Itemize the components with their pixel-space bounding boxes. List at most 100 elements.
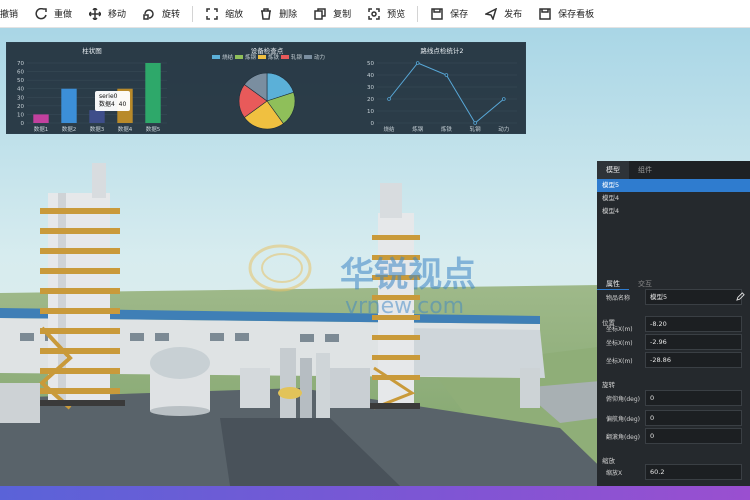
toolbar: 撤销 重做 移动 旋转 缩放 删除 复制 预览 保存 发布 保存看板 <box>0 0 750 28</box>
watermark-cn: 华锐视点 <box>340 255 476 295</box>
model-item[interactable]: 模型5 <box>597 179 750 192</box>
pos-z-row: 坐标X(m) -28.86 <box>597 352 750 368</box>
properties-panel: 模型 组件 模型5 模型4 模型4 属性 交互 物品名称 模型5 位置 坐标X(… <box>597 161 750 486</box>
chart-strip: 柱状图 0 10 20 30 40 50 60 70 数据1 数据2 数据3 数据4 数据5 serie… <box>6 42 526 134</box>
bar <box>33 114 49 123</box>
pos-z-field[interactable]: -28.86 <box>645 352 742 368</box>
copy-button[interactable]: 复制 <box>305 0 359 28</box>
yaw-field[interactable]: 0 <box>645 410 742 426</box>
tab-model[interactable]: 模型 <box>597 161 629 179</box>
y-tick-label: 50 <box>367 61 374 67</box>
x-tick-label: 炼铁 <box>441 125 453 133</box>
toolbar-separator <box>192 5 194 22</box>
toolbar-label: 移动 <box>108 10 127 20</box>
name-field[interactable]: 模型5 <box>645 289 742 305</box>
redo-icon <box>34 7 48 21</box>
pitch-label: 俯仰角(deg) <box>606 396 640 403</box>
x-tick-label: 数据2 <box>62 125 77 133</box>
x-tick-label: 数据3 <box>90 125 105 133</box>
trash-button[interactable]: 删除 <box>251 0 305 28</box>
toolbar-label: 缩放 <box>225 10 244 20</box>
data-point <box>387 97 391 101</box>
toolbar-label: 保存 <box>450 10 469 20</box>
y-tick-label: 20 <box>17 104 24 110</box>
x-tick-label: 数据1 <box>34 125 49 133</box>
series-line <box>388 62 505 124</box>
pie-chart-panel: 设备检查点 烧结 炼钢 炼铁 轧钢 动力 <box>182 43 352 135</box>
data-point <box>502 97 506 101</box>
pitch-row: 俯仰角(deg) 0 <box>597 390 750 406</box>
roll-label: 翻滚角(deg) <box>606 434 640 441</box>
yaw-row: 偏航角(deg) 0 <box>597 410 750 426</box>
tooltip-value: 40 <box>118 101 127 108</box>
toolbar-label: 重做 <box>54 10 73 20</box>
toolbar-label: 保存看板 <box>558 10 595 20</box>
tooltip-label: 数据4 <box>99 101 115 108</box>
pos-x-field[interactable]: -8.20 <box>645 316 742 332</box>
model-item[interactable]: 模型4 <box>597 192 750 205</box>
undo-button[interactable]: 撤销 <box>0 0 26 28</box>
scale-button[interactable]: 缩放 <box>197 0 251 28</box>
bar <box>61 88 77 123</box>
preview-icon <box>367 7 381 21</box>
rotation-title: 旋转 <box>602 381 615 389</box>
toolbar-label: 撤销 <box>0 10 19 20</box>
publish-button[interactable]: 发布 <box>476 0 530 28</box>
toolbar-label: 发布 <box>504 10 523 20</box>
edit-icon[interactable] <box>736 292 745 301</box>
rotate-icon <box>142 7 156 21</box>
save-board-button[interactable]: 保存看板 <box>530 0 602 28</box>
save-button[interactable]: 保存 <box>422 0 476 28</box>
preview-button[interactable]: 预览 <box>359 0 413 28</box>
pie-chart-title: 设备检查点 <box>250 47 284 55</box>
yaw-label: 偏航角(deg) <box>606 416 640 423</box>
data-point <box>415 61 420 65</box>
scale-icon <box>205 7 219 21</box>
pie-chart: 烧结 炼钢 炼铁 轧钢 动力 <box>212 53 325 130</box>
scale-x-label: 缩放X <box>606 470 623 477</box>
x-tick-label: 数据4 <box>118 125 133 133</box>
legend-swatch <box>212 55 220 59</box>
y-tick-label: 40 <box>367 73 374 79</box>
data-point <box>444 73 449 77</box>
bar-chart-panel: 柱状图 0 10 20 30 40 50 60 70 数据1 数据2 数据3 数据4 数据5 serie… <box>7 43 177 135</box>
x-tick-label: 轧钢 <box>470 125 482 133</box>
redo-button[interactable]: 重做 <box>26 0 80 28</box>
toolbar-label: 复制 <box>333 10 352 20</box>
scale-x-field[interactable]: 60.2 <box>645 464 742 480</box>
model-item[interactable]: 模型4 <box>597 205 750 218</box>
trash-icon <box>259 7 273 21</box>
pitch-field[interactable]: 0 <box>645 390 742 406</box>
roll-row: 翻滚角(deg) 0 <box>597 428 750 444</box>
legend-swatch <box>235 55 243 59</box>
tab-component[interactable]: 组件 <box>629 161 661 179</box>
y-tick-label: 50 <box>17 78 24 84</box>
bar <box>145 63 161 123</box>
pos-z-label: 坐标X(m) <box>606 358 633 365</box>
legend-swatch <box>258 55 266 59</box>
rotate-button[interactable]: 旋转 <box>134 0 188 28</box>
pos-y-row: 坐标X(m) -2.96 <box>597 334 750 350</box>
y-tick-label: 40 <box>17 87 24 93</box>
model-list: 模型5 模型4 模型4 <box>597 179 750 218</box>
y-tick-label: 0 <box>371 121 375 127</box>
bar-chart: 0 10 20 30 40 50 60 70 数据1 数据2 数据3 数据4 数据5 <box>17 61 167 133</box>
x-tick-label: 炼钢 <box>412 125 424 133</box>
toolbar-label: 删除 <box>279 10 298 20</box>
line-chart-panel: 路线点检统计2 0 10 20 30 40 50 烧结 炼钢 炼铁 轧钢 动力 <box>357 43 527 135</box>
pos-x-label: 坐标X(m) <box>606 326 633 333</box>
y-tick-label: 30 <box>367 85 374 91</box>
move-button[interactable]: 移动 <box>80 0 134 28</box>
name-row: 物品名称 模型5 <box>597 289 750 305</box>
line-chart: 0 10 20 30 40 50 烧结 炼钢 炼铁 轧钢 动力 <box>367 61 517 133</box>
save-board-icon <box>538 7 552 21</box>
toolbar-separator <box>417 5 419 22</box>
data-point <box>473 121 477 125</box>
pos-y-field[interactable]: -2.96 <box>645 334 742 350</box>
x-tick-label: 动力 <box>498 125 509 133</box>
roll-field[interactable]: 0 <box>645 428 742 444</box>
copy-icon <box>313 7 327 21</box>
legend-swatch <box>304 55 312 59</box>
panel-tabs: 模型 组件 <box>597 161 750 179</box>
pos-x-row: 坐标X(m) -8.20 <box>597 316 750 333</box>
